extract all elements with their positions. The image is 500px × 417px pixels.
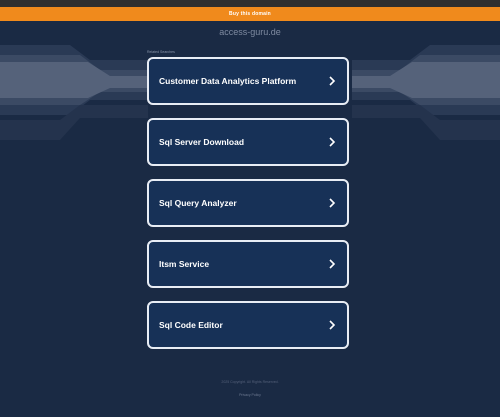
privacy-policy-link[interactable]: Privacy Policy <box>0 393 500 397</box>
tile-sql-code-editor[interactable]: Sql Code Editor <box>147 301 349 349</box>
tile-label: Itsm Service <box>159 259 210 269</box>
chevron-right-icon <box>327 259 337 269</box>
chevron-right-icon <box>327 198 337 208</box>
left-arrow-decoration <box>0 45 148 140</box>
tile-label: Sql Server Download <box>159 137 245 147</box>
tile-customer-data-analytics-platform[interactable]: Customer Data Analytics Platform <box>147 57 349 105</box>
tile-sql-query-analyzer[interactable]: Sql Query Analyzer <box>147 179 349 227</box>
copyright-text: 2025 Copyright. All Rights Reserved. <box>221 380 279 384</box>
tile-label: Sql Code Editor <box>159 320 223 330</box>
tile-label: Sql Query Analyzer <box>159 198 237 208</box>
related-searches-title: Related Searches <box>147 50 175 54</box>
tile-itsm-service[interactable]: Itsm Service <box>147 240 349 288</box>
chevron-right-icon <box>327 320 337 330</box>
chevron-right-icon <box>327 137 337 147</box>
right-arrow-decoration <box>352 45 500 140</box>
chevron-right-icon <box>327 76 337 86</box>
tile-label: Customer Data Analytics Platform <box>159 76 297 86</box>
tile-sql-server-download[interactable]: Sql Server Download <box>147 118 349 166</box>
